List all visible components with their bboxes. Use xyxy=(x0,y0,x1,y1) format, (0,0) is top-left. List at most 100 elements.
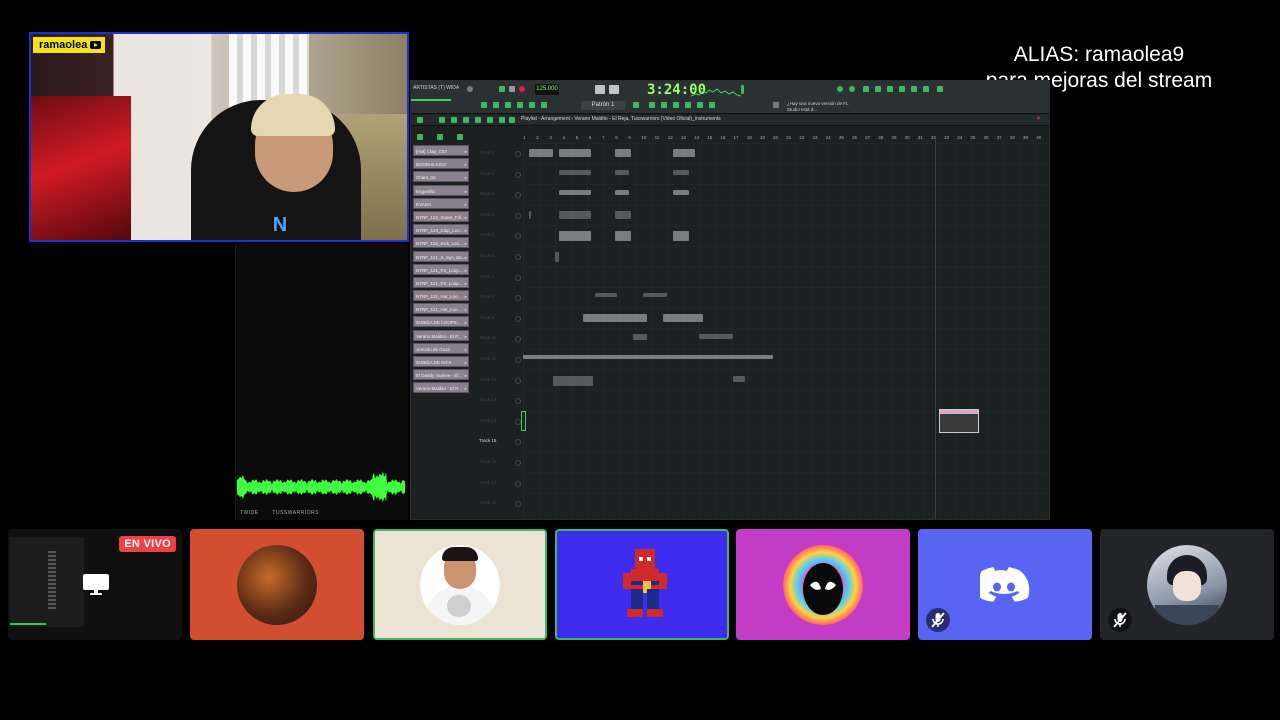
channel-button[interactable]: NTRF_121_Hat_Loo... ▸ xyxy=(413,290,469,302)
track-header[interactable]: Track 11 xyxy=(479,349,521,370)
participant-tile-2[interactable] xyxy=(190,529,364,640)
track-header[interactable]: Track 14 xyxy=(479,411,521,432)
track-header[interactable]: Track 15 xyxy=(479,431,521,452)
participant-screen-share[interactable]: EN VIVO xyxy=(8,529,182,640)
channel-route-icon[interactable]: ▸ xyxy=(465,344,467,353)
playlist-clip[interactable] xyxy=(673,149,695,157)
channel-route-icon[interactable]: ▸ xyxy=(465,317,467,326)
playlist-clip[interactable] xyxy=(529,210,531,219)
playlist-clip[interactable] xyxy=(559,169,591,175)
view-playlist-icon[interactable] xyxy=(649,102,655,108)
channel-route-icon[interactable]: ▸ xyxy=(465,146,467,155)
track-header[interactable]: Track 16 xyxy=(479,452,521,473)
channel-button[interactable]: Chant_03 ▸ xyxy=(413,171,469,183)
playlist-clip[interactable] xyxy=(523,355,773,359)
playlist-clip[interactable] xyxy=(595,293,617,298)
channel-rack-menu-icon[interactable] xyxy=(417,134,423,140)
channel-button[interactable]: Jerezito de Gusa ▸ xyxy=(413,342,469,354)
playlist-slice-icon[interactable] xyxy=(487,117,493,123)
track-header[interactable]: Track 1 xyxy=(479,143,521,164)
track-header[interactable]: Track 17 xyxy=(479,473,521,494)
channel-filter-icon[interactable] xyxy=(457,134,463,140)
plugin-picker-icon[interactable] xyxy=(911,86,917,92)
view-browser-icon[interactable] xyxy=(697,102,703,108)
channel-button[interactable]: Verano Maldito - El R... ▸ xyxy=(413,382,469,394)
channel-button[interactable]: NTRF_121_Hat_Loo... ▸ xyxy=(413,303,469,315)
playlist-clip[interactable] xyxy=(615,190,629,196)
mute-tool-icon[interactable] xyxy=(529,102,535,108)
playlist-select-icon[interactable] xyxy=(499,117,505,123)
add-pattern-icon[interactable] xyxy=(633,102,639,108)
piano-roll-icon[interactable] xyxy=(887,86,893,92)
playlist-mute-icon[interactable] xyxy=(475,117,481,123)
channel-button[interactable]: SUBIDA DE KICK ▸ xyxy=(413,356,469,367)
playlist-clip[interactable] xyxy=(559,190,591,196)
news-icon[interactable] xyxy=(773,102,779,108)
playlist-clip[interactable] xyxy=(615,210,631,219)
metronome-icon[interactable] xyxy=(595,85,605,94)
track-header[interactable]: Track 7 xyxy=(479,267,521,288)
tempo-tapper-icon[interactable] xyxy=(923,86,929,92)
playlist-clip[interactable] xyxy=(615,169,629,175)
channel-button[interactable]: EVADA ▸ xyxy=(413,197,469,209)
channel-route-icon[interactable]: ▸ xyxy=(465,357,467,366)
wait-icon[interactable] xyxy=(609,85,619,94)
playlist-clip[interactable] xyxy=(583,313,647,322)
channel-button[interactable]: NTRF_121_FX_Loop... ▸ xyxy=(413,276,469,288)
channel-route-icon[interactable]: ▸ xyxy=(465,291,467,300)
draw-tool-icon[interactable] xyxy=(493,102,499,108)
playlist-delete-icon[interactable] xyxy=(463,117,469,123)
channel-button[interactable]: NTRF_122_Snare_Fill... ▸ xyxy=(413,210,469,222)
participant-tile-3[interactable] xyxy=(373,529,547,640)
track-15-audio-clip[interactable] xyxy=(939,409,979,433)
channel-button[interactable]: Engordito ▸ xyxy=(413,184,469,196)
channel-route-icon[interactable]: ▸ xyxy=(465,225,467,234)
playlist-clip[interactable] xyxy=(615,231,631,242)
browser-icon[interactable] xyxy=(899,86,905,92)
playlist-ruler[interactable]: 1 2 3 4 5 6 7 8 9 10 11 12 13 14 15 16 17 18 19 20 21 22 23 24 2… xyxy=(479,135,1049,143)
snap-icon[interactable] xyxy=(481,102,487,108)
playlist-clip[interactable] xyxy=(673,169,689,175)
playlist-clip[interactable] xyxy=(559,149,591,157)
help-icon[interactable] xyxy=(937,86,943,92)
track-header[interactable]: Track 2 xyxy=(479,164,521,185)
track-header[interactable]: Track 13 xyxy=(479,390,521,411)
track-header[interactable]: Track 10 xyxy=(479,328,521,349)
track-header[interactable]: Track 4 xyxy=(479,205,521,226)
channel-route-icon[interactable]: ▸ xyxy=(465,370,467,379)
master-volume-icon[interactable] xyxy=(837,86,843,92)
channel-button[interactable]: NTRF_121_FX_Loop... ▸ xyxy=(413,263,469,275)
track-header[interactable]: Track 3 xyxy=(479,184,521,205)
playlist-clip[interactable] xyxy=(615,149,631,157)
song-position-marker[interactable] xyxy=(935,137,936,519)
participant-tile-6[interactable] xyxy=(918,529,1092,640)
add-channel-icon[interactable] xyxy=(437,134,443,140)
playlist-clip[interactable] xyxy=(673,190,689,196)
playlist-paint-icon[interactable] xyxy=(451,117,457,123)
channel-rack-icon[interactable] xyxy=(875,86,881,92)
channel-route-icon[interactable]: ▸ xyxy=(465,199,467,208)
update-notice[interactable]: ¿Hay una nueva versión de FL Studio está… xyxy=(787,101,857,113)
channel-route-icon[interactable]: ▸ xyxy=(465,238,467,247)
channel-button[interactable]: NTRF_126_Kick_Loo... ▸ xyxy=(413,237,469,249)
participant-tile-7[interactable] xyxy=(1100,529,1274,640)
track-header[interactable]: Track 9 xyxy=(479,308,521,329)
undo-icon[interactable] xyxy=(467,86,473,92)
slice-tool-icon[interactable] xyxy=(541,102,547,108)
channel-route-icon[interactable]: ▸ xyxy=(465,383,467,392)
track-15-selection[interactable] xyxy=(521,411,526,431)
channel-route-icon[interactable]: ▸ xyxy=(465,252,467,261)
playlist-close-icon[interactable]: ✕ xyxy=(1036,115,1041,122)
stop-icon[interactable] xyxy=(509,86,515,92)
paint-tool-icon[interactable] xyxy=(505,102,511,108)
playlist-clip[interactable] xyxy=(633,334,647,341)
channel-route-icon[interactable]: ▸ xyxy=(465,212,467,221)
track-header[interactable]: Track 5 xyxy=(479,225,521,246)
playlist-menu-icon[interactable] xyxy=(417,117,423,123)
playlist-clip[interactable] xyxy=(733,375,745,382)
channel-button[interactable]: Verano Maldito - El R... ▸ xyxy=(413,329,469,341)
delete-tool-icon[interactable] xyxy=(517,102,523,108)
playlist-draw-icon[interactable] xyxy=(439,117,445,123)
playlist-clip[interactable] xyxy=(553,375,593,386)
record-icon[interactable] xyxy=(519,86,525,92)
